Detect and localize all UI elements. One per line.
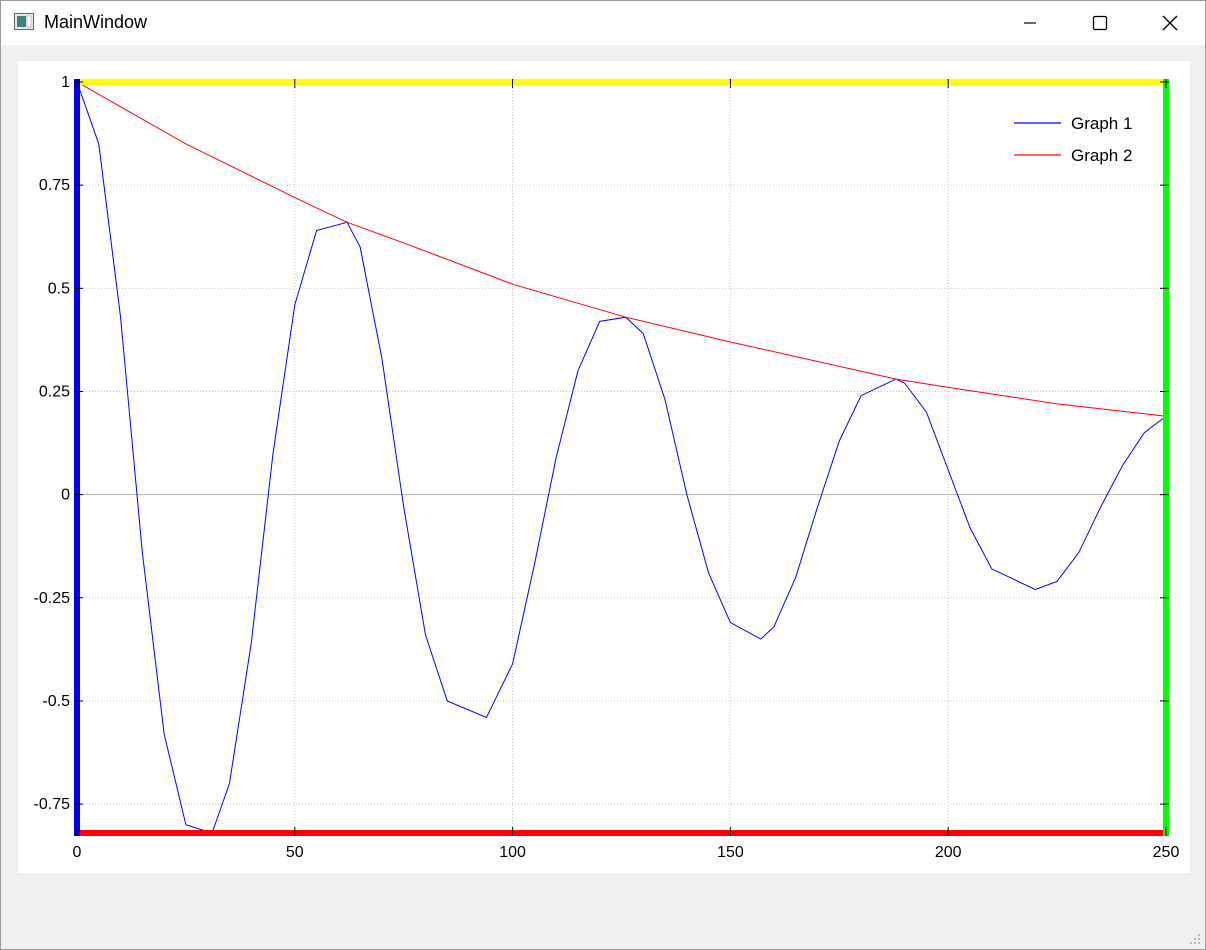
close-button[interactable]: [1135, 1, 1205, 45]
maximize-button[interactable]: [1065, 1, 1135, 45]
app-window-icon: [14, 13, 34, 30]
close-icon: [1162, 15, 1178, 31]
y-tick-label: 0.25: [39, 383, 70, 400]
series-line-2: [76, 81, 1167, 417]
title-bar[interactable]: MainWindow: [1, 1, 1205, 45]
minimize-button[interactable]: [995, 1, 1065, 45]
main-window: MainWindow 0 50 100 150 200 250 -0.75 -0.5 -0.25…: [0, 0, 1206, 950]
resize-grip-icon[interactable]: [1189, 933, 1201, 945]
y-tick-label: 0: [61, 487, 70, 504]
x-tick-label: 100: [499, 844, 526, 861]
chart[interactable]: 0 50 100 150 200 250 -0.75 -0.5 -0.25 0 0.25 0.5 0.7…: [18, 61, 1190, 873]
x-tick-label: 0: [73, 844, 82, 861]
window-title: MainWindow: [44, 12, 148, 32]
y-tick-label: -0.75: [34, 796, 71, 813]
series-line-1: [76, 81, 1167, 834]
y-tick-label: -0.5: [42, 693, 70, 710]
y-tick-label: 0.5: [48, 280, 70, 297]
legend-label: Graph 1: [1071, 114, 1132, 133]
minimize-icon: [1024, 22, 1036, 24]
x-tick-label: 250: [1153, 844, 1180, 861]
x-tick-label: 50: [286, 844, 304, 861]
x-tick-label: 200: [935, 844, 962, 861]
y-tick-label: -0.25: [34, 590, 71, 607]
legend-label: Graph 2: [1071, 146, 1132, 165]
y-tick-label: 0.75: [39, 177, 70, 194]
y-tick-label: 1: [61, 74, 70, 91]
legend: Graph 1 Graph 2: [1014, 114, 1132, 165]
plot-canvas[interactable]: 0 50 100 150 200 250 -0.75 -0.5 -0.25 0 0.25 0.5 0.7…: [18, 61, 1190, 873]
x-tick-label: 150: [717, 844, 744, 861]
maximize-icon: [1092, 15, 1108, 31]
